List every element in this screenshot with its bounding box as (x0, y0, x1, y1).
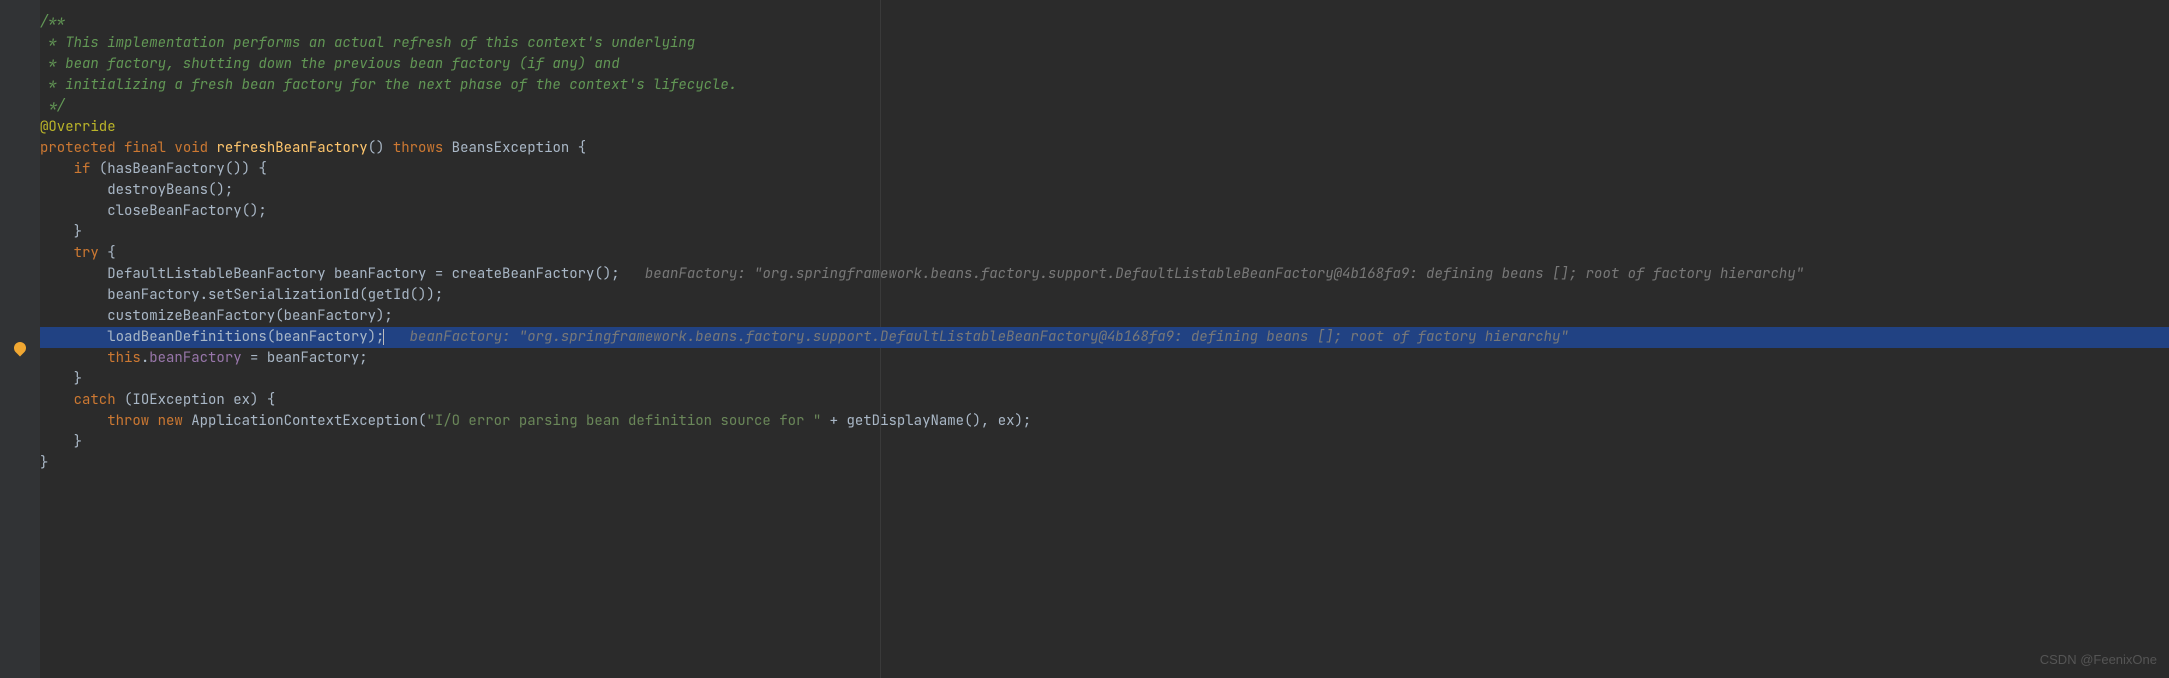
code-line[interactable]: destroyBeans(); (40, 180, 2169, 201)
code-line[interactable]: if (hasBeanFactory()) { (40, 159, 2169, 180)
code-line[interactable]: } (40, 369, 2169, 390)
code-line[interactable]: * This implementation performs an actual… (40, 33, 2169, 54)
code-line[interactable]: } (40, 453, 2169, 474)
doc-comment: * initializing a fresh bean factory for … (40, 76, 737, 94)
code-line[interactable]: } (40, 222, 2169, 243)
code-editor[interactable]: /** * This implementation performs an ac… (0, 0, 2169, 678)
code-line[interactable]: throw new ApplicationContextException("I… (40, 411, 2169, 432)
code-content[interactable]: /** * This implementation performs an ac… (40, 0, 2169, 474)
code-line-current[interactable]: loadBeanDefinitions(beanFactory); beanFa… (40, 327, 2169, 348)
code-line[interactable]: } (40, 432, 2169, 453)
watermark: CSDN @FeenixOne (2040, 649, 2157, 670)
code-line[interactable]: try { (40, 243, 2169, 264)
gutter (0, 0, 40, 678)
code-line[interactable]: protected final void refreshBeanFactory(… (40, 138, 2169, 159)
annotation: @Override (40, 118, 116, 136)
lightbulb-icon[interactable] (12, 340, 29, 357)
code-line[interactable]: customizeBeanFactory(beanFactory); (40, 306, 2169, 327)
code-line[interactable]: /** (40, 12, 2169, 33)
doc-comment: * This implementation performs an actual… (40, 34, 695, 52)
code-line[interactable]: * bean factory, shutting down the previo… (40, 54, 2169, 75)
code-line[interactable]: DefaultListableBeanFactory beanFactory =… (40, 264, 2169, 285)
doc-comment: */ (40, 97, 65, 115)
code-line[interactable]: */ (40, 96, 2169, 117)
doc-comment: * bean factory, shutting down the previo… (40, 55, 620, 73)
code-line[interactable]: beanFactory.setSerializationId(getId()); (40, 285, 2169, 306)
code-line[interactable]: catch (IOException ex) { (40, 390, 2169, 411)
code-line[interactable]: @Override (40, 117, 2169, 138)
code-line[interactable]: this.beanFactory = beanFactory; (40, 348, 2169, 369)
inline-hint: beanFactory: "org.springframework.beans.… (410, 328, 1569, 346)
inline-hint: beanFactory: "org.springframework.beans.… (645, 265, 1804, 283)
doc-comment: /** (40, 13, 65, 31)
code-line[interactable]: * initializing a fresh bean factory for … (40, 75, 2169, 96)
text-caret (383, 329, 384, 345)
code-line[interactable]: closeBeanFactory(); (40, 201, 2169, 222)
